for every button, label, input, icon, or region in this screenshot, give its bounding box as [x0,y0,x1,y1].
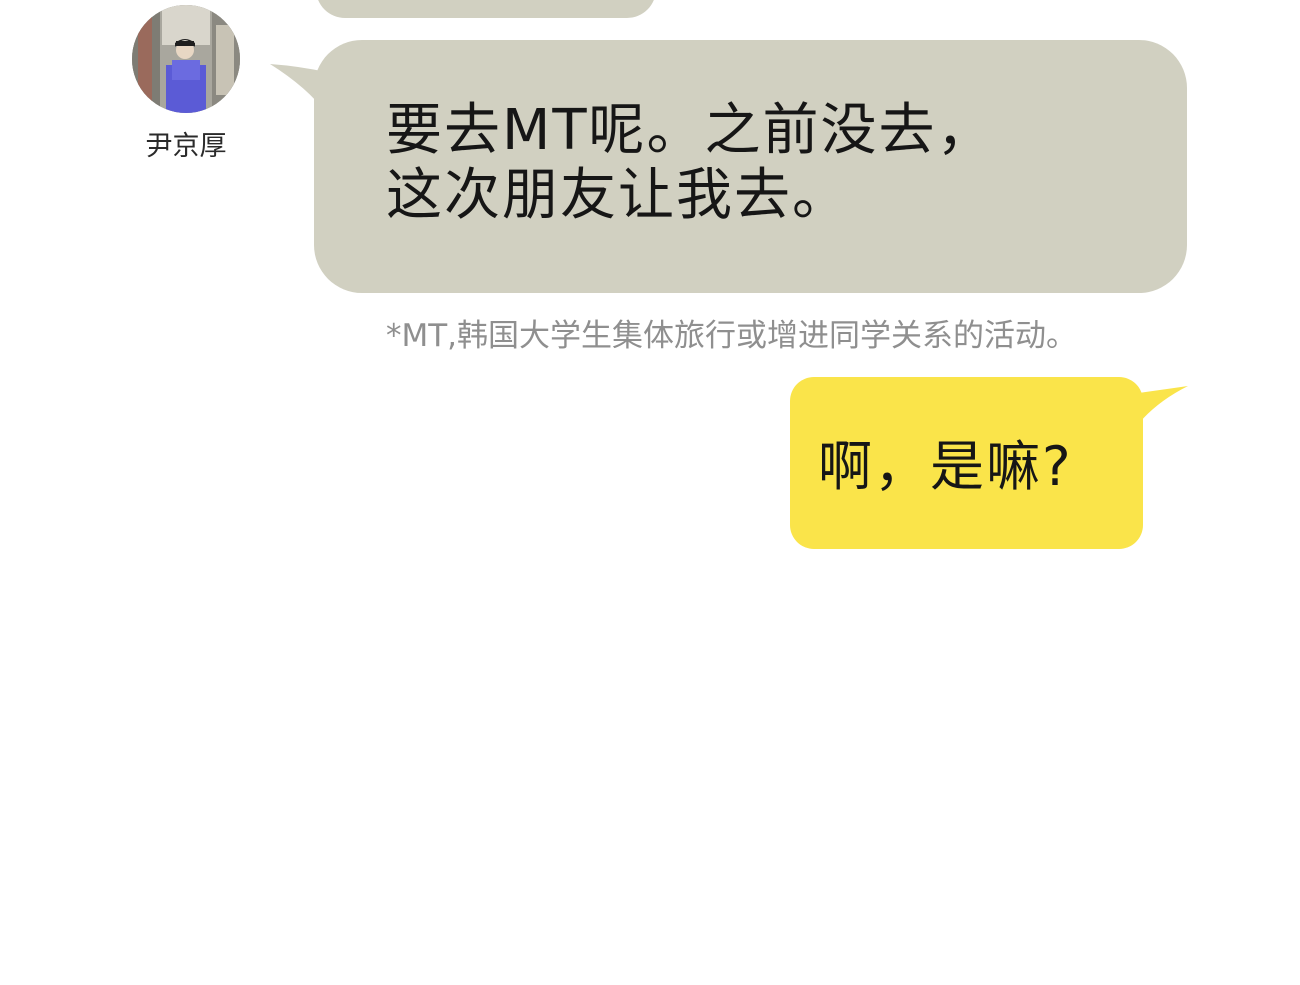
message-line: 这次朋友让我去。 [386,163,850,228]
incoming-message-bubble[interactable]: 要去MT呢。之前没去， 这次朋友让我去。 [314,40,1187,293]
footnote-text: *MT,韩国大学生集体旅行或增进同学关系的活动。 [386,318,1078,354]
sender-name: 尹京厚 [145,131,227,162]
incoming-message-text: 要去MT呢。之前没去， 这次朋友让我去。 [386,98,1146,228]
previous-message-bubble [316,0,656,18]
message-line: 要去MT呢。之前没去， [386,98,995,163]
outgoing-message-text: 啊，是嘛? [818,435,1073,498]
user-avatar-icon[interactable] [132,5,240,113]
outgoing-message-bubble[interactable]: 啊，是嘛? [790,377,1143,549]
avatar-illustration [132,5,240,113]
